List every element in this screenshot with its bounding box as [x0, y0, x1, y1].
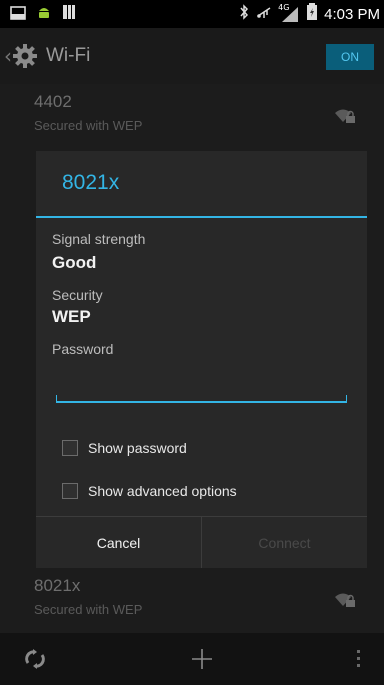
wps-icon[interactable]: [24, 649, 46, 673]
battery-icon: [306, 3, 318, 25]
network-security-status: Secured with WEP: [34, 118, 143, 133]
show-advanced-option[interactable]: Show advanced options: [62, 479, 237, 503]
network-name: 8021x: [34, 576, 81, 595]
signal-icon: 4G: [278, 3, 300, 23]
dialog-title: 8021x: [62, 171, 120, 194]
signal-strength-value: Good: [52, 253, 97, 272]
show-advanced-checkbox[interactable]: [62, 483, 78, 499]
action-bar: ‹ Wi-Fi ON: [0, 28, 384, 84]
connect-button[interactable]: Connect: [202, 517, 367, 568]
show-password-option[interactable]: Show password: [62, 436, 187, 460]
network-name: 4402: [34, 92, 72, 111]
clock: 4:03 PM: [324, 5, 380, 23]
dialog-button-bar: Cancel Connect: [36, 516, 367, 568]
security-value: WEP: [52, 307, 91, 326]
bottom-action-bar: [0, 633, 384, 685]
show-advanced-label: Show advanced options: [88, 483, 237, 499]
password-label: Password: [52, 341, 114, 357]
status-left-icons: [0, 4, 76, 24]
password-input-underline: [56, 395, 347, 403]
cancel-button[interactable]: Cancel: [36, 517, 202, 568]
security-label: Security: [52, 287, 103, 303]
signal-strength-label: Signal strength: [52, 231, 146, 247]
status-right-icons: 4G 4:03 PM: [238, 0, 380, 28]
dialog-title-divider: [36, 216, 367, 218]
back-chevron-icon[interactable]: ‹: [4, 44, 12, 68]
page-title: Wi-Fi: [46, 45, 91, 66]
network-row[interactable]: 8021x Secured with WEP: [0, 568, 384, 630]
network-security-status: Secured with WEP: [34, 602, 143, 617]
status-bar: 4G 4:03 PM: [0, 0, 384, 28]
overflow-menu-icon[interactable]: [356, 649, 362, 673]
screenshot-icon: [10, 5, 26, 24]
add-network-icon[interactable]: [190, 647, 214, 675]
settings-gear-icon[interactable]: [12, 43, 38, 69]
wifi-lock-icon: [334, 592, 356, 612]
show-password-label: Show password: [88, 440, 187, 456]
network-row[interactable]: 4402 Secured with WEP: [0, 84, 384, 146]
wifi-lock-icon: [334, 108, 356, 128]
bluetooth-icon: [238, 4, 250, 24]
wifi-connect-dialog: 8021x Signal strength Good Security WEP …: [36, 151, 367, 568]
usb-icon: [256, 4, 272, 24]
wifi-toggle[interactable]: ON: [326, 44, 374, 70]
show-password-checkbox[interactable]: [62, 440, 78, 456]
notification-icon: [62, 4, 76, 24]
android-icon: [36, 4, 52, 24]
network-type-label: 4G: [278, 3, 290, 12]
